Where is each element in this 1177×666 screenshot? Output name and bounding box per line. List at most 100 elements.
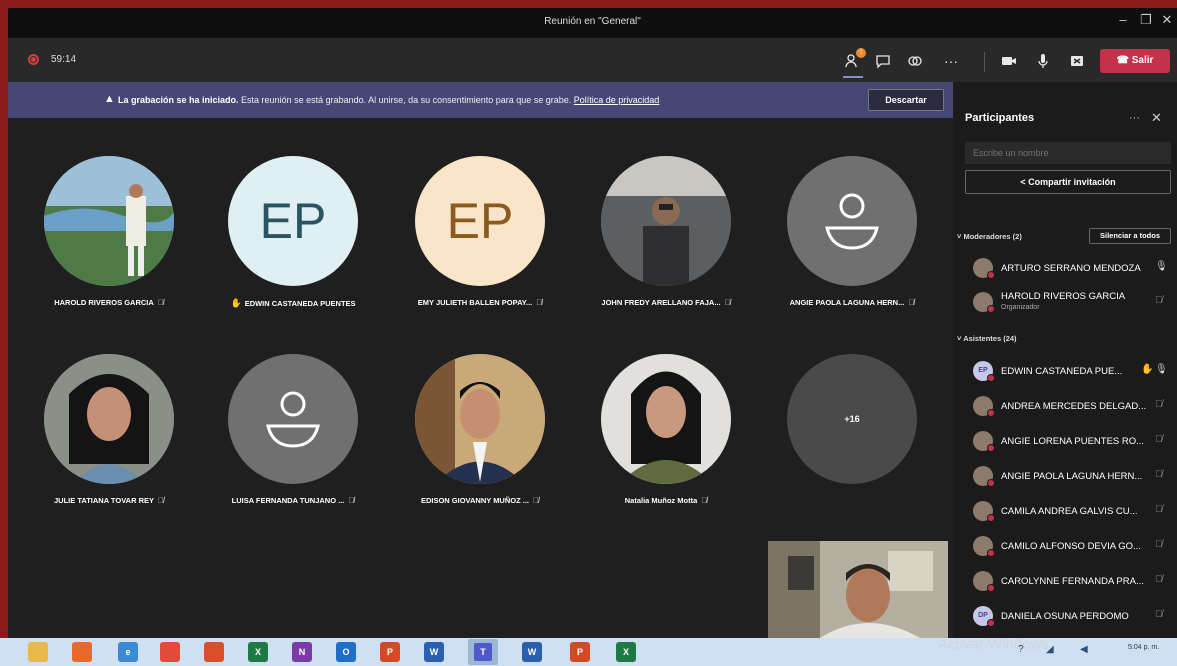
participant-list-item[interactable]: CAROLYNNE FERNANDA PRA... 🎙̸ — [965, 567, 1173, 595]
meeting-toolbar: 59:14 ! ··· ☎ Salir — [8, 38, 1177, 82]
self-video-preview — [768, 541, 948, 638]
mic-button[interactable] — [1030, 48, 1056, 74]
participant-name: Natalia Muñoz Motta 🎙̸ — [571, 496, 761, 505]
panel-more-button[interactable]: ··· — [1129, 112, 1140, 124]
word-icon[interactable]: W — [424, 642, 444, 662]
mic-muted-icon: 🎙̸ — [1155, 609, 1163, 620]
moderators-section-header[interactable]: ˅ Moderadores (2) — [957, 232, 1022, 241]
avatar — [973, 466, 995, 487]
avatar — [973, 431, 995, 452]
network-icon[interactable]: ◢ — [1046, 644, 1054, 655]
mic-muted-icon: 🎙̸ — [1155, 469, 1163, 480]
default-avatar-icon — [787, 156, 917, 286]
self-video-image — [768, 541, 948, 638]
window-title: Reunión en "General" — [544, 16, 641, 27]
dismiss-button[interactable]: Descartar — [868, 89, 944, 111]
share-screen-button[interactable] — [1064, 48, 1090, 74]
avatar: DP — [973, 606, 995, 627]
powerpoint-icon[interactable]: P — [380, 642, 400, 662]
participant-list-item[interactable]: ANGIE PAOLA LAGUNA HERN... 🎙̸ — [965, 462, 1173, 490]
participant-video — [601, 354, 731, 484]
minimize-button[interactable]: – — [1112, 12, 1134, 27]
camera-icon — [1002, 57, 1016, 65]
mute-all-button[interactable]: Silenciar a todos — [1089, 228, 1171, 244]
participant-list-item[interactable]: CAMILA ANDREA GALVIS CU... 🎙̸ — [965, 497, 1173, 525]
leave-button[interactable]: ☎ Salir — [1100, 49, 1170, 73]
chrome-icon[interactable] — [160, 642, 180, 662]
participant-name-label: JULIE TATIANA TOVAR REY — [53, 496, 154, 505]
title-bar: Reunión en "General" – ❐ ✕ — [8, 8, 1177, 38]
panel-close-icon[interactable]: ✕ — [1151, 110, 1162, 126]
camera-button[interactable] — [996, 48, 1022, 74]
microphone-icon: 🎙 — [1155, 261, 1168, 272]
participant-name-label: EDISON GIOVANNY MUÑOZ ... — [420, 496, 530, 505]
moderators-label: Moderadores (2) — [963, 232, 1022, 241]
mic-muted-icon: 🎙̸ — [1155, 539, 1163, 550]
participant-video — [44, 156, 174, 286]
participant-list-name: ANGIE LORENA PUENTES RO... — [1001, 436, 1145, 447]
firefox-icon-2[interactable] — [204, 642, 224, 662]
privacy-policy-link[interactable]: Política de privacidad — [574, 95, 660, 105]
participant-name: JULIE TATIANA TOVAR REY 🎙̸ — [14, 496, 204, 505]
mic-muted-icon: 🎙̸ — [701, 496, 708, 505]
participant-name: EDISON GIOVANNY MUÑOZ ... 🎙̸ — [385, 496, 575, 505]
maximize-button[interactable]: ❐ — [1135, 12, 1157, 28]
mic-muted-icon: 🎙̸ — [348, 496, 355, 505]
mic-muted-icon: 🎙̸ — [157, 298, 164, 307]
excel-icon[interactable]: X — [248, 642, 268, 662]
participant-list-item[interactable]: CAMILO ALFONSO DEVIA GO... 🎙̸ — [965, 532, 1173, 560]
teams-window: Reunión en "General" – ❐ ✕ 59:14 ! ··· ☎… — [8, 8, 1177, 638]
participant-video — [601, 156, 731, 286]
banner-bold-text: La grabación se ha iniciado. — [118, 95, 239, 105]
more-participants-count: +16 — [844, 414, 860, 424]
taskbar-clock[interactable]: 5:04 p. m. — [1128, 643, 1159, 652]
mic-muted-icon: 🎙̸ — [908, 298, 915, 307]
participant-list-item[interactable]: DP DANIELA OSUNA PERDOMO 🎙̸ — [965, 602, 1173, 630]
firefox-icon[interactable] — [72, 642, 92, 662]
word-icon-2[interactable]: W — [522, 642, 542, 662]
participant-name-label: EMY JULIETH BALLEN POPAY... — [417, 298, 533, 307]
participants-panel: Participantes ··· ✕ < Compartir invitaci… — [953, 82, 1177, 638]
volume-icon[interactable]: ◀ — [1080, 644, 1088, 655]
initials-avatar: EP — [228, 156, 358, 286]
close-window-button[interactable]: ✕ — [1156, 12, 1177, 28]
participant-list-item[interactable]: ARTURO SERRANO MENDOZA 🎙 — [965, 254, 1173, 282]
share-invite-button[interactable]: < Compartir invitación — [965, 170, 1171, 194]
participant-name-label: Natalia Muñoz Motta — [624, 496, 698, 505]
raised-hand-icon: ✋ — [1141, 364, 1154, 375]
participant-list-item[interactable]: HAROLD RIVEROS GARCIA Organizador 🎙̸ — [965, 288, 1173, 316]
avatar: EP — [973, 361, 995, 382]
default-avatar-icon — [228, 354, 358, 484]
powerpoint-icon-2[interactable]: P — [570, 642, 590, 662]
attendees-label: Asistentes (24) — [963, 334, 1017, 343]
participant-list-item[interactable]: EP EDWIN CASTANEDA PUE... ✋ 🎙 — [965, 357, 1173, 385]
excel-icon-2[interactable]: X — [616, 642, 636, 662]
more-participants-counter[interactable]: +16 — [787, 354, 917, 484]
participant-list-item[interactable]: ANGIE LORENA PUENTES RO... 🎙̸ — [965, 427, 1173, 455]
mic-muted-icon: 🎙̸ — [533, 496, 540, 505]
recording-banner-text: La grabación se ha iniciado. Esta reunió… — [118, 95, 659, 105]
mic-muted-icon: 🎙̸ — [1155, 434, 1163, 445]
more-actions-button[interactable]: ··· — [938, 48, 964, 74]
participants-button[interactable]: ! — [840, 48, 866, 78]
participant-list-name: ARTURO SERRANO MENDOZA — [1001, 263, 1141, 274]
help-icon[interactable]: ? — [1018, 644, 1024, 655]
avatar — [973, 571, 995, 592]
participant-search-input[interactable] — [965, 142, 1171, 164]
attendees-section-header[interactable]: ˅ Asistentes (24) — [957, 334, 1017, 343]
teams-icon[interactable]: T — [468, 639, 498, 665]
participant-list-item[interactable]: ANDREA MERCEDES DELGAD... 🎙̸ — [965, 392, 1173, 420]
onenote-icon[interactable]: N — [292, 642, 312, 662]
microphone-icon — [1038, 54, 1048, 68]
participant-video — [415, 354, 545, 484]
breakout-rooms-button[interactable] — [902, 48, 928, 74]
toolbar-divider — [984, 52, 985, 72]
outlook-icon[interactable]: O — [336, 642, 356, 662]
participant-name-label: LUISA FERNANDA TUNJANO ... — [231, 496, 345, 505]
share-icon: < — [1020, 177, 1029, 187]
meeting-timer: 59:14 — [51, 54, 77, 65]
mic-muted-icon: 🎙̸ — [1155, 399, 1163, 410]
edge-icon[interactable]: e — [118, 642, 138, 662]
file-explorer-icon[interactable] — [28, 642, 48, 662]
chat-button[interactable] — [870, 48, 896, 74]
